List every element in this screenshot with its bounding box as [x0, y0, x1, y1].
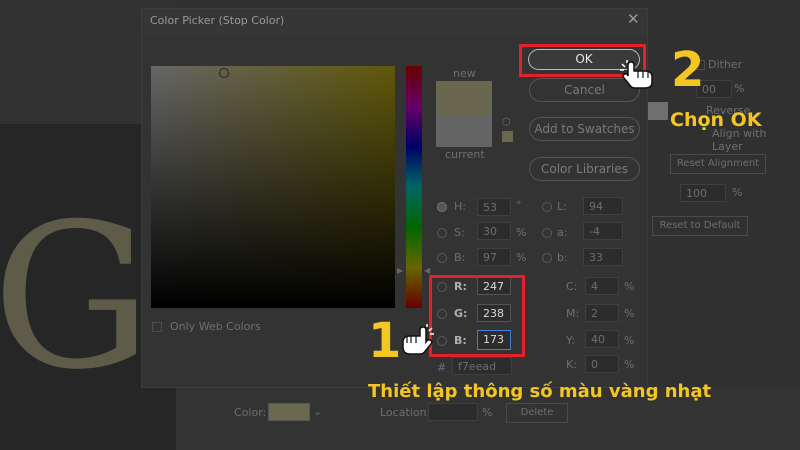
- current-label: current: [445, 148, 485, 161]
- yellow-key: Y:: [566, 334, 575, 347]
- lab-a-field[interactable]: -4: [583, 222, 623, 240]
- new-color-swatch: [436, 81, 492, 115]
- hex-field[interactable]: f7eead: [452, 357, 512, 375]
- saturation-field[interactable]: 30: [477, 222, 511, 240]
- brightness-key: B:: [454, 251, 466, 264]
- hand-pointer-icon-ok: [620, 60, 653, 89]
- only-web-colors-checkbox[interactable]: [152, 322, 162, 332]
- location-field[interactable]: [428, 403, 478, 421]
- lab-a-radio[interactable]: [542, 228, 552, 238]
- hue-slider-right-arrow[interactable]: ◀: [424, 266, 430, 275]
- color-swatch-small[interactable]: [648, 102, 668, 120]
- reset-to-default-button[interactable]: Reset to Default: [652, 216, 748, 236]
- only-web-colors-label: Only Web Colors: [170, 320, 261, 333]
- canvas-letter: G: [0, 181, 152, 414]
- lab-b-radio[interactable]: [542, 253, 552, 263]
- hue-key: H:: [454, 200, 466, 213]
- black-key: K:: [566, 358, 577, 371]
- scale-field[interactable]: 100: [680, 184, 726, 202]
- color-libraries-button[interactable]: Color Libraries: [529, 157, 640, 181]
- gamut-warning-icon[interactable]: ⬡: [502, 117, 511, 128]
- saturation-unit: %: [516, 226, 527, 239]
- brightness-radio[interactable]: [437, 253, 447, 263]
- color-field-cursor[interactable]: [219, 68, 229, 78]
- step-1-text: Thiết lập thông số màu vàng nhạt: [368, 381, 712, 402]
- web-safe-swatch[interactable]: [502, 131, 513, 142]
- lab-a-key: a:: [557, 226, 568, 239]
- cyan-unit: %: [624, 280, 635, 293]
- color-label: Color:: [234, 406, 267, 419]
- hex-label: #: [437, 361, 447, 374]
- current-color-swatch[interactable]: [436, 115, 492, 147]
- chevron-down-icon[interactable]: ⌄: [313, 405, 322, 418]
- cyan-key: C:: [566, 280, 578, 293]
- add-to-swatches-button[interactable]: Add to Swatches: [529, 117, 640, 141]
- location-unit: %: [482, 406, 493, 419]
- lab-l-field[interactable]: 94: [583, 197, 623, 215]
- step-1-number: 1: [368, 313, 402, 369]
- lab-b-field[interactable]: 33: [583, 248, 623, 266]
- step-2-text: Chọn OK: [670, 109, 762, 131]
- black-unit: %: [624, 358, 635, 371]
- yellow-field[interactable]: 40: [585, 330, 619, 348]
- hue-slider[interactable]: [406, 66, 422, 308]
- hue-slider-left-arrow[interactable]: ▶: [397, 266, 403, 275]
- rgb-highlight-box: [429, 275, 525, 357]
- hue-unit: °: [516, 199, 522, 212]
- saturation-radio[interactable]: [437, 228, 447, 238]
- hand-pointer-icon-rgb: [402, 324, 434, 355]
- lab-b-key: b:: [557, 251, 568, 264]
- hue-field[interactable]: 53: [477, 198, 511, 216]
- hue-radio[interactable]: [437, 202, 447, 212]
- saturation-key: S:: [454, 226, 465, 239]
- lab-l-key: L:: [557, 200, 567, 213]
- black-field[interactable]: 0: [585, 355, 619, 373]
- reset-alignment-button[interactable]: Reset Alignment: [670, 154, 766, 174]
- dither-label: Dither: [708, 58, 743, 71]
- location-label: Location:: [380, 406, 431, 419]
- percent-unit-a: %: [734, 82, 745, 95]
- magenta-unit: %: [624, 307, 635, 320]
- yellow-unit: %: [624, 334, 635, 347]
- brightness-unit: %: [516, 251, 527, 264]
- delete-button[interactable]: Delete: [506, 403, 568, 423]
- magenta-key: M:: [566, 307, 580, 320]
- lab-l-radio[interactable]: [542, 202, 552, 212]
- cyan-field[interactable]: 4: [585, 277, 619, 295]
- scale-unit: %: [732, 186, 743, 199]
- brightness-field[interactable]: 97: [477, 248, 511, 266]
- step-2-number: 2: [671, 42, 705, 98]
- magenta-field[interactable]: 2: [585, 304, 619, 322]
- new-label: new: [453, 67, 476, 80]
- stop-color-swatch[interactable]: [268, 403, 310, 421]
- dialog-title: Color Picker (Stop Color): [150, 14, 285, 27]
- close-icon[interactable]: ✕: [627, 10, 640, 28]
- color-field[interactable]: [151, 66, 395, 308]
